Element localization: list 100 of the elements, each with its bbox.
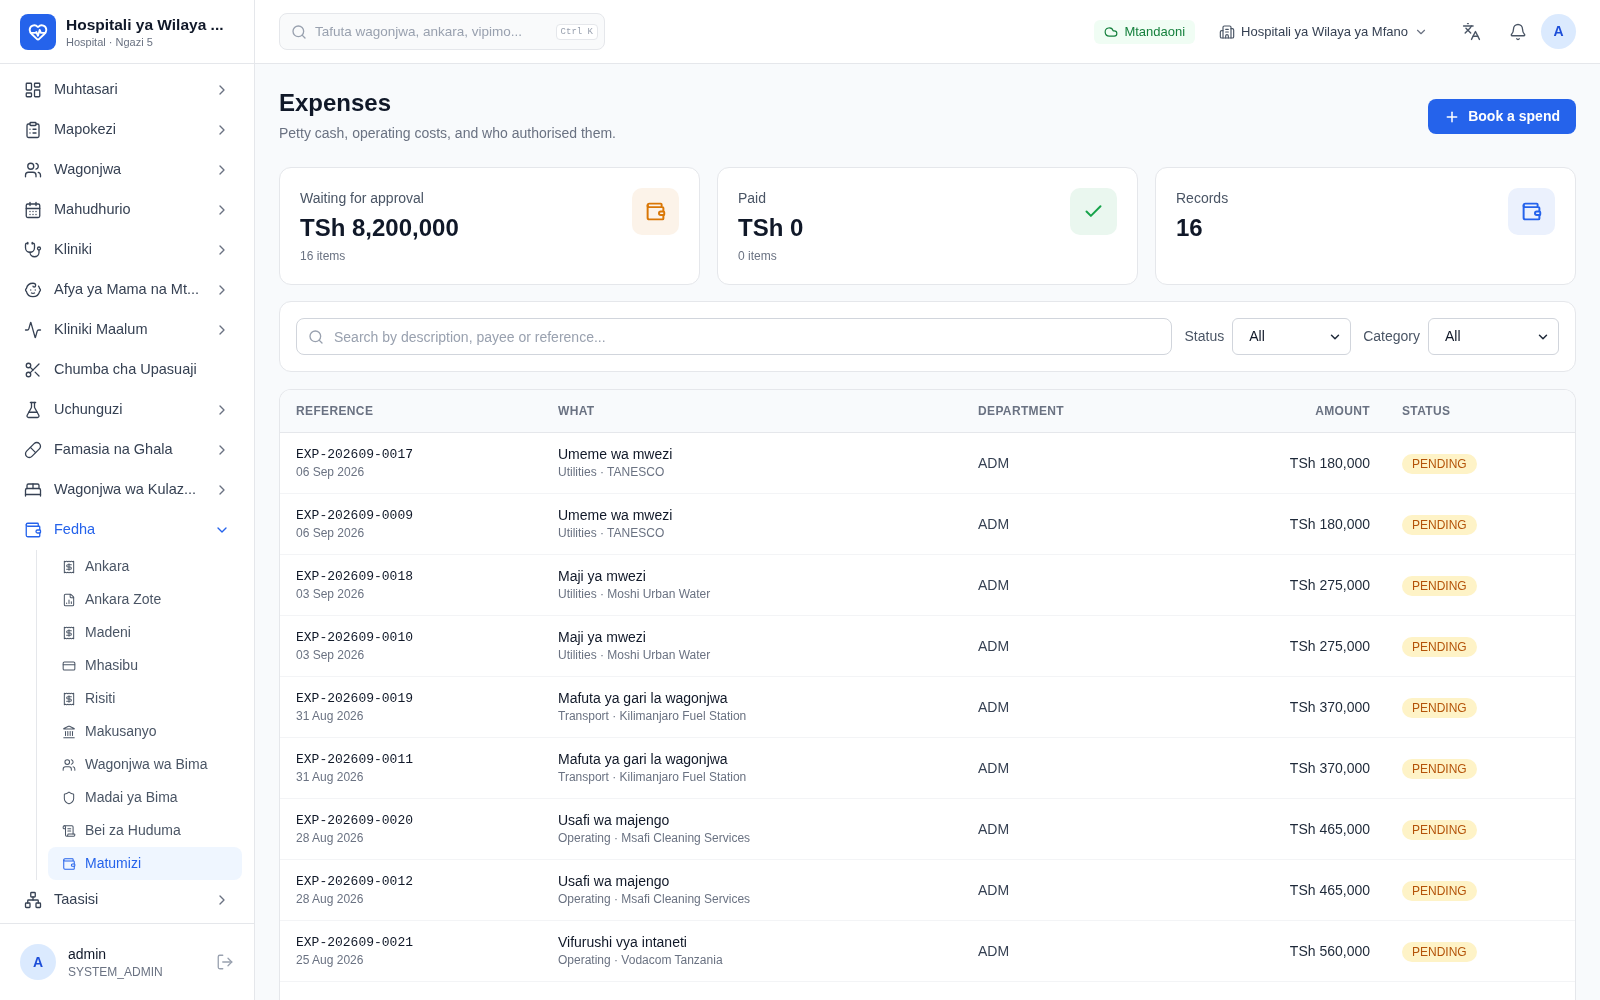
shortcut-key: Ctrl K bbox=[555, 24, 598, 40]
search-icon bbox=[308, 328, 324, 345]
date-text: 31 Aug 2026 bbox=[296, 768, 365, 785]
date-text: 03 Sep 2026 bbox=[296, 585, 366, 602]
column-header: DEPARTMENT bbox=[962, 390, 1214, 432]
wallet-icon bbox=[24, 521, 42, 539]
status-badge: PENDING bbox=[1402, 453, 1477, 474]
nav-subitem[interactable]: Madeni bbox=[48, 616, 242, 649]
nav-item[interactable]: Famasia na Ghala bbox=[12, 430, 242, 470]
filter-select[interactable]: All bbox=[1232, 318, 1352, 355]
book-spend-button[interactable]: Book a spend bbox=[1428, 99, 1576, 134]
status-badge: PENDING bbox=[1402, 758, 1477, 779]
status-badge: PENDING bbox=[1402, 514, 1477, 535]
nav-item[interactable]: Uchunguzi bbox=[12, 390, 242, 430]
people-icon bbox=[24, 161, 42, 179]
nav-item[interactable]: Mahudhurio bbox=[12, 190, 242, 230]
status-badge: PENDING bbox=[1402, 819, 1477, 840]
department-text: ADM bbox=[978, 759, 1010, 776]
user-avatar[interactable]: A bbox=[1541, 14, 1576, 49]
expense-title: Maji ya mwezi bbox=[558, 628, 647, 647]
date-text: 06 Sep 2026 bbox=[296, 524, 366, 541]
nav-item[interactable]: Mapokezi bbox=[12, 110, 242, 150]
nav-subitem[interactable]: Risiti bbox=[48, 682, 242, 715]
date-text: 06 Sep 2026 bbox=[296, 463, 366, 480]
filter-label: Category bbox=[1363, 327, 1420, 346]
bank-icon bbox=[62, 724, 76, 739]
bed-icon bbox=[24, 481, 42, 499]
nav-item[interactable]: Fedha bbox=[12, 510, 242, 550]
expense-detail: Transport · Kilimanjaro Fuel Station bbox=[558, 769, 748, 785]
nav-subitem[interactable]: Wagonjwa wa Bima bbox=[48, 748, 242, 781]
stat-note: 0 items bbox=[738, 248, 778, 264]
status-badge: PENDING bbox=[1402, 697, 1477, 718]
face-icon bbox=[24, 281, 42, 299]
nav-item[interactable]: Chumba cha Upasuaji bbox=[12, 350, 242, 390]
expense-title: Umeme wa mwezi bbox=[558, 445, 674, 464]
nav-subitem[interactable]: Makusanyo bbox=[48, 715, 242, 748]
translate-icon[interactable] bbox=[1462, 22, 1481, 41]
status-badge: PENDING bbox=[1402, 575, 1477, 596]
bell-icon[interactable] bbox=[1509, 22, 1527, 41]
nav-subitem[interactable]: Madai ya Bima bbox=[48, 781, 242, 814]
stat-label: Paid bbox=[738, 189, 768, 208]
user-name: admin bbox=[68, 945, 108, 964]
nav-item[interactable]: Taasisi bbox=[12, 880, 242, 920]
department-text: ADM bbox=[978, 942, 1010, 959]
facility-selector[interactable]: Hospitali ya Wilaya ya Mfano bbox=[1219, 21, 1428, 42]
stat-value: 16 bbox=[1176, 213, 1204, 243]
date-text: 31 Aug 2026 bbox=[296, 707, 365, 724]
logout-icon[interactable] bbox=[216, 953, 234, 971]
filter-select[interactable]: All bbox=[1428, 318, 1559, 355]
expense-detail: Transport · Kilimanjaro Fuel Station bbox=[558, 708, 748, 724]
wallet-icon bbox=[632, 188, 679, 235]
reference-code: EXP-202609-0021 bbox=[296, 933, 415, 952]
amount-text: TSh 180,000 bbox=[1289, 454, 1370, 471]
expense-title: Usafi wa majengo bbox=[558, 811, 671, 830]
nav-subitem[interactable]: Bei za Huduma bbox=[48, 814, 242, 847]
expense-detail: Operating · Msafi Cleaning Services bbox=[558, 891, 752, 907]
receipt-icon bbox=[62, 559, 76, 574]
hierarchy-icon bbox=[24, 891, 42, 909]
nav-item[interactable]: Wagonjwa bbox=[12, 150, 242, 190]
nav-subitem[interactable]: Ankara Zote bbox=[48, 583, 242, 616]
nav-item[interactable]: Wagonjwa wa Kulaz... bbox=[12, 470, 242, 510]
amount-text: TSh 275,000 bbox=[1289, 637, 1370, 654]
amount-text: TSh 465,000 bbox=[1289, 881, 1370, 898]
expense-title: Mafuta ya gari la wagonjwa bbox=[558, 750, 729, 769]
amount-text: TSh 275,000 bbox=[1289, 576, 1370, 593]
pill-icon bbox=[24, 441, 42, 459]
stat-value: TSh 8,200,000 bbox=[300, 213, 459, 243]
nav-subitem[interactable]: Ankara bbox=[48, 550, 242, 583]
nav-subitem[interactable]: Mhasibu bbox=[48, 649, 242, 682]
search-field[interactable]: Search by description, payee or reference... bbox=[296, 318, 1173, 355]
department-text: ADM bbox=[978, 515, 1010, 532]
nav-item[interactable]: Kliniki Maalum bbox=[12, 310, 242, 350]
amount-text: TSh 465,000 bbox=[1289, 820, 1370, 837]
column-header: STATUS bbox=[1386, 390, 1575, 432]
stat-note: 16 items bbox=[300, 248, 347, 264]
expense-detail: Operating · Msafi Cleaning Services bbox=[558, 830, 752, 846]
wallet-icon bbox=[1508, 188, 1555, 235]
nav-item[interactable]: Muhtasari bbox=[12, 70, 242, 110]
column-header: AMOUNT bbox=[1214, 390, 1386, 432]
user-avatar[interactable]: A bbox=[20, 944, 56, 980]
department-text: ADM bbox=[978, 576, 1010, 593]
stat-label: Waiting for approval bbox=[300, 189, 425, 208]
expense-title: Mafuta ya gari la wagonjwa bbox=[558, 689, 729, 708]
nav-subitem[interactable]: Matumizi bbox=[48, 847, 242, 880]
expense-detail: Operating · Vodacom Tanzania bbox=[558, 952, 724, 968]
card-icon bbox=[62, 658, 76, 673]
expense-title: Vifurushi vya intaneti bbox=[558, 933, 688, 952]
pulse-icon bbox=[24, 321, 42, 339]
reference-code: EXP-202609-0012 bbox=[296, 872, 415, 891]
expense-title: Usafi wa majengo bbox=[558, 872, 671, 891]
nav-item[interactable]: Kliniki bbox=[12, 230, 242, 270]
cloud-icon bbox=[1104, 24, 1119, 39]
reference-code: EXP-202609-0018 bbox=[296, 567, 415, 586]
reference-code: EXP-202609-0011 bbox=[296, 750, 415, 769]
stat-value: TSh 0 bbox=[738, 213, 804, 243]
page-title: Expenses bbox=[279, 88, 393, 118]
department-text: ADM bbox=[978, 698, 1010, 715]
nav-item[interactable]: Afya ya Mama na Mt... bbox=[12, 270, 242, 310]
expense-detail: Utilities · TANESCO bbox=[558, 464, 666, 480]
expense-title: Maji ya mwezi bbox=[558, 567, 647, 586]
